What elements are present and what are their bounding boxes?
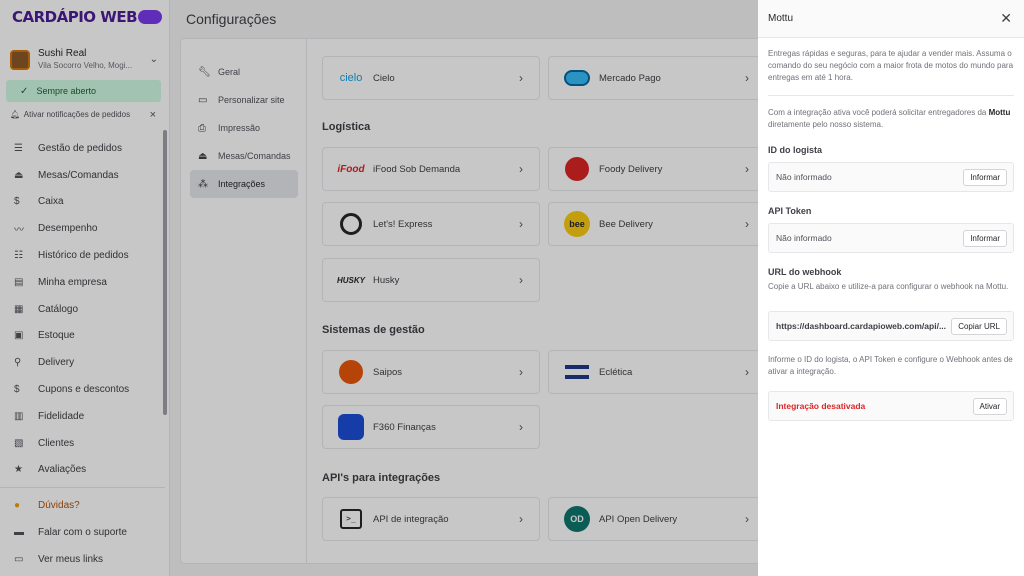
integration-status-field: Integração desativada Ativar — [768, 391, 1014, 421]
activate-button[interactable]: Ativar — [972, 397, 1007, 415]
store-id-value: Não informado — [776, 172, 832, 182]
integration-drawer: Mottu ✕ Entregas rápidas e seguras, para… — [758, 0, 1024, 576]
drawer-title: Mottu — [768, 13, 794, 24]
webhook-label: URL do webhook — [768, 267, 842, 277]
api-token-value: Não informado — [776, 233, 832, 243]
api-token-label: API Token — [768, 206, 812, 216]
drawer-header: Mottu ✕ — [758, 0, 1024, 38]
drawer-intro: Entregas rápidas e seguras, para te ajud… — [768, 49, 1014, 82]
integration-status-text: Integração desativada — [776, 401, 866, 411]
drawer-divider — [768, 95, 1014, 96]
webhook-url-field: https://dashboard.cardapioweb.com/api/..… — [768, 311, 1014, 341]
store-id-label: ID do logista — [768, 145, 822, 155]
activation-help: Informe o ID do logista, o API Token e c… — [768, 355, 1013, 376]
webhook-url-value: https://dashboard.cardapioweb.com/api/..… — [776, 321, 947, 331]
webhook-help: Copie a URL abaixo e utilize-a para conf… — [768, 282, 1009, 291]
store-id-inform-button[interactable]: Informar — [963, 168, 1007, 186]
drawer-info: Com a integração ativa você poderá solic… — [768, 108, 1011, 129]
modal-backdrop[interactable] — [0, 0, 758, 576]
api-token-inform-button[interactable]: Informar — [963, 229, 1007, 247]
api-token-field: Não informado Informar — [768, 223, 1014, 253]
close-icon[interactable]: ✕ — [1000, 10, 1012, 27]
copy-url-button[interactable]: Copiar URL — [951, 317, 1007, 335]
store-id-field: Não informado Informar — [768, 162, 1014, 192]
